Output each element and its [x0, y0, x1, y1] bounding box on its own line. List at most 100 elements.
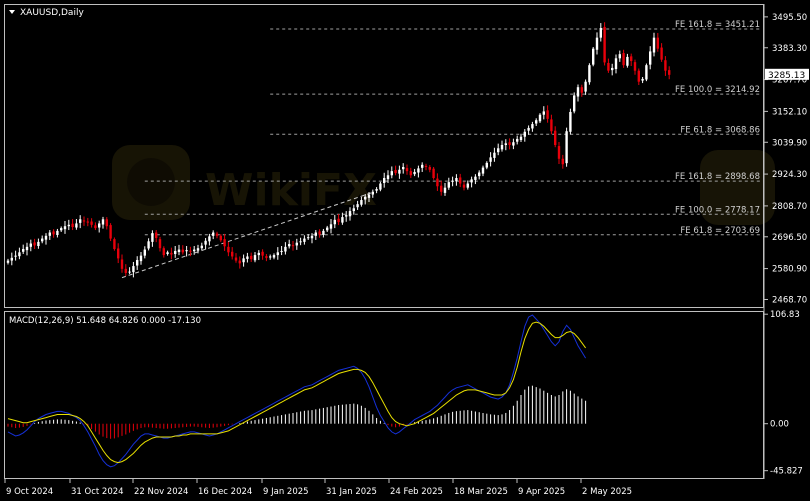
current-price-value: 3285.13	[768, 71, 805, 81]
candle-body	[128, 271, 131, 273]
candle-body	[14, 255, 17, 257]
candle-body	[94, 225, 97, 229]
time-tick-label: 24 Feb 2025	[390, 487, 443, 497]
price-tick-label: 3383.30	[772, 44, 807, 54]
candle-body	[493, 152, 496, 158]
candle-body	[660, 47, 663, 60]
candle-body	[626, 56, 629, 66]
candle-body	[204, 240, 207, 245]
candle-body	[98, 223, 101, 228]
candle-body	[299, 241, 302, 243]
candle-body	[318, 231, 321, 235]
candle-body	[288, 244, 291, 247]
time-tick-label: 31 Oct 2024	[71, 487, 124, 497]
watermark-eagle-icon	[127, 158, 175, 206]
candle-body	[333, 219, 336, 225]
candle-body	[52, 231, 55, 235]
time-tick-label: 2 May 2025	[582, 487, 632, 497]
candle-body	[37, 241, 40, 246]
macd-tick-label: 0.00	[770, 420, 789, 430]
time-tick-label: 22 Nov 2024	[134, 487, 188, 497]
chart-root: WikiFX XAUUSD,Daily FE 161.8 = 3451.21 FE…	[0, 0, 810, 501]
candle-body	[390, 171, 393, 176]
candle-body	[592, 48, 595, 65]
candle-body	[174, 250, 177, 254]
time-tick-label: 16 Dec 2024	[198, 487, 252, 497]
candle-body	[113, 239, 116, 250]
candle-body	[29, 243, 32, 247]
candle-body	[18, 252, 21, 257]
candle-body	[44, 235, 48, 240]
candle-body	[443, 187, 447, 193]
macd-tick-label: 106.83	[770, 310, 800, 320]
candle-body	[155, 232, 158, 239]
candle-body	[421, 164, 424, 168]
candle-body	[405, 168, 409, 172]
candle-body	[535, 120, 538, 124]
candle-body	[375, 189, 378, 191]
candle-body	[345, 215, 348, 217]
symbol-label[interactable]: XAUUSD,Daily	[20, 8, 84, 18]
candle-body	[459, 177, 462, 184]
candle-body	[424, 165, 428, 168]
candle-body	[523, 131, 526, 137]
candle-body	[48, 232, 51, 236]
candle-body	[500, 144, 504, 150]
candle-body	[417, 168, 420, 173]
price-tick-label: 2696.50	[772, 233, 807, 243]
candle-body	[481, 167, 485, 174]
candle-body	[614, 58, 618, 70]
candle-body	[90, 221, 93, 225]
candle-body	[60, 228, 63, 231]
candle-body	[580, 87, 583, 93]
time-tick-label: 9 Jan 2025	[263, 487, 309, 497]
time-tick-label: 18 Mar 2025	[454, 487, 508, 497]
candle-body	[82, 220, 86, 222]
time-tick-label: 9 Apr 2025	[518, 487, 565, 497]
candle-body	[656, 37, 659, 49]
fib-level-label: FE 61.8 = 2703.69	[680, 226, 760, 236]
candle-body	[227, 246, 230, 253]
candle-body	[124, 268, 127, 273]
candle-body	[531, 124, 534, 129]
candle-body	[371, 191, 374, 195]
candle-body	[307, 237, 310, 239]
candle-body	[478, 172, 481, 177]
candle-body	[295, 242, 298, 246]
candle-body	[538, 114, 542, 122]
candle-body	[56, 230, 59, 235]
candle-body	[447, 182, 450, 188]
candle-body	[557, 146, 561, 159]
candle-body	[132, 266, 135, 273]
candle-body	[641, 78, 644, 81]
candle-body	[139, 255, 143, 262]
candle-body	[485, 162, 488, 168]
candle-body	[185, 250, 188, 252]
candle-body	[158, 239, 162, 249]
candle-body	[117, 248, 120, 259]
candle-body	[25, 246, 29, 251]
candle-body	[603, 26, 606, 63]
fib-level-label: FE 61.8 = 3068.86	[680, 125, 760, 135]
candle-body	[231, 251, 234, 257]
candle-body	[6, 260, 10, 263]
candle-body	[668, 70, 671, 75]
price-tick-label: 2468.70	[772, 295, 807, 305]
fib-level-label: FE 161.8 = 2898.68	[675, 172, 760, 182]
candle-body	[177, 249, 181, 253]
candle-body	[10, 257, 13, 261]
candle-body	[200, 245, 203, 249]
candle-body	[512, 142, 515, 146]
candle-body	[314, 232, 317, 236]
candle-body	[276, 252, 279, 256]
candle-body	[383, 178, 386, 183]
macd-indicator-label[interactable]: MACD(12,26,9) 51.648 64.826 0.000 -17.13…	[9, 316, 201, 326]
candle-body	[265, 256, 268, 258]
candle-body	[356, 204, 359, 208]
candle-body	[310, 235, 314, 239]
candle-body	[253, 255, 257, 261]
candle-body	[79, 219, 82, 223]
candle-body	[611, 67, 614, 71]
time-tick-label: 31 Jan 2025	[326, 487, 377, 497]
fib-level-label: FE 100.0 = 3214.92	[675, 85, 760, 95]
